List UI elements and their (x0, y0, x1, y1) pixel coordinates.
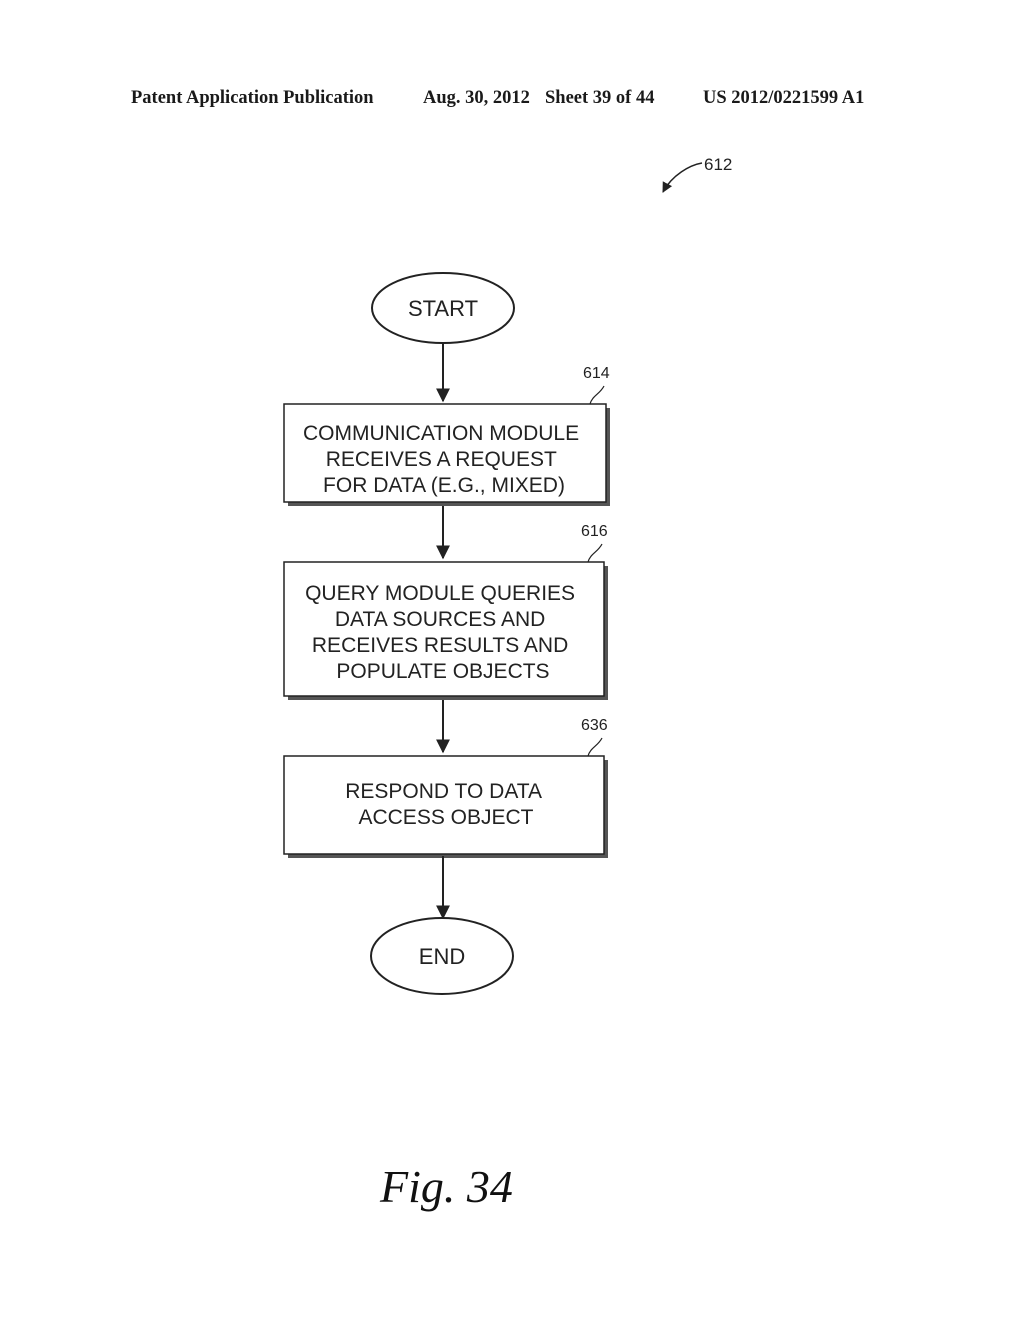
box-text-line: DATA SOURCES AND (335, 608, 545, 631)
ref-number: 636 (581, 717, 608, 734)
reference-arrow-icon (662, 162, 703, 193)
end-label: END (419, 944, 465, 969)
process-box-614: 614 COMMUNICATION MODULE RECEIVES A REQU… (283, 365, 610, 506)
box-text-line: COMMUNICATION MODULE (303, 422, 579, 445)
figure-reference: 612 (662, 155, 732, 193)
process-box-616: 616 QUERY MODULE QUERIES DATA SOURCES AN… (283, 523, 608, 700)
box-text-line: FOR DATA (E.G., MIXED) (323, 474, 565, 497)
box-text-line: ACCESS OBJECT (358, 806, 533, 829)
box-text-line: POPULATE OBJECTS (336, 660, 549, 683)
ref-number: 616 (581, 523, 608, 540)
start-terminal: START (371, 272, 515, 344)
process-box-636: 636 RESPOND TO DATA ACCESS OBJECT (283, 717, 608, 858)
box-text-line: RECEIVES RESULTS AND (312, 634, 568, 657)
end-terminal: END (370, 917, 514, 995)
svg-text:COMMUNICATION MODULE REC: COMMUNICATION MODULE RECEIVES A REQUEST … (303, 422, 585, 497)
start-label: START (408, 296, 478, 321)
figure-reference-number: 612 (704, 155, 732, 174)
flowchart: 612 START 614 COMMUNICATION MODULE RECEI… (283, 155, 732, 995)
box-text-line: QUERY MODULE QUERIES (305, 582, 575, 605)
box-text-line: RECEIVES A REQUEST (326, 448, 557, 471)
figure-label: Fig. 34 (380, 1161, 513, 1212)
box-text-line: RESPOND TO DATA (345, 780, 542, 803)
ref-number: 614 (583, 365, 610, 382)
